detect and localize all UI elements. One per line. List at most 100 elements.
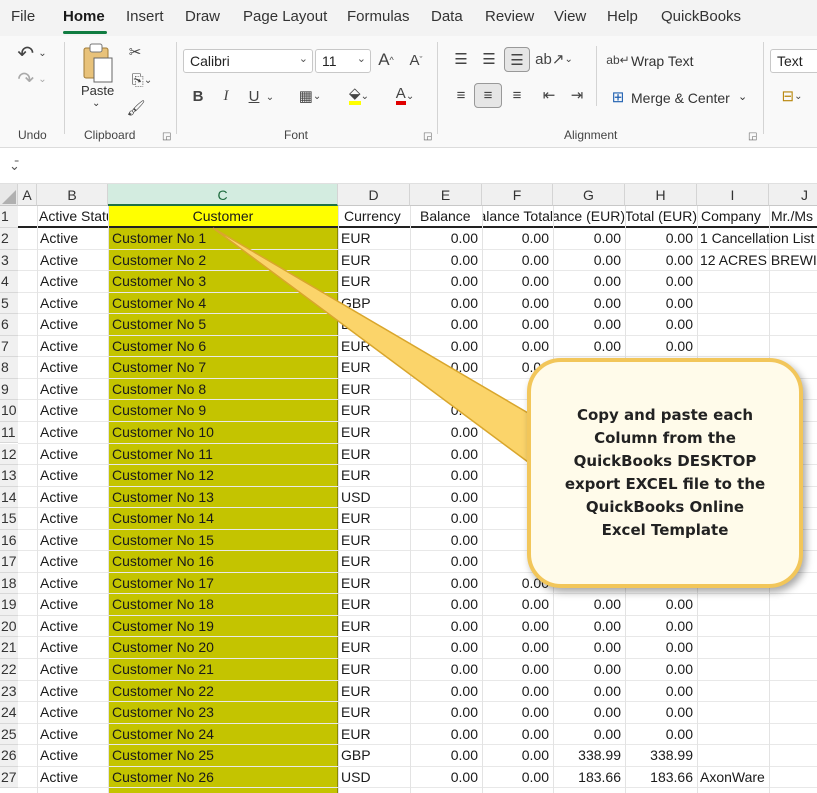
- cell-balance-eur[interactable]: 0.00: [553, 702, 625, 724]
- row-header[interactable]: 14: [0, 486, 18, 509]
- wrap-text-icon[interactable]: ab↵: [606, 50, 629, 70]
- cell-currency[interactable]: EUR: [338, 400, 410, 422]
- cell-active-status[interactable]: Active: [37, 293, 108, 315]
- cell-company[interactable]: [697, 271, 817, 293]
- cell-customer[interactable]: Customer No 4: [108, 293, 338, 315]
- cell-balance[interactable]: 0.00: [410, 487, 482, 509]
- menu-data[interactable]: Data: [431, 8, 463, 25]
- col-header-f[interactable]: F: [482, 184, 553, 206]
- cell-balance-eur[interactable]: 0.00: [553, 724, 625, 746]
- align-bottom-icon[interactable]: ☰: [504, 47, 530, 72]
- cell-active-status[interactable]: Active: [37, 228, 108, 250]
- cell-currency[interactable]: USD: [338, 767, 410, 789]
- cell-customer[interactable]: Customer No 19: [108, 616, 338, 638]
- cell-balance-total[interactable]: 0.00: [482, 271, 553, 293]
- row-header[interactable]: 10: [0, 400, 18, 422]
- cell-balance-eur[interactable]: 0.00: [553, 314, 625, 336]
- cell-currency[interactable]: EUR: [338, 659, 410, 681]
- cell-balance-eur[interactable]: 0.00: [553, 616, 625, 638]
- cell-active-status[interactable]: Active: [37, 357, 108, 379]
- cell-customer[interactable]: Customer No 13: [108, 487, 338, 509]
- header-mr-ms[interactable]: Mr./Ms: [769, 206, 817, 228]
- paste-button[interactable]: Paste: [81, 83, 114, 98]
- cell-active-status[interactable]: Active: [37, 508, 108, 530]
- cell-balance[interactable]: 0.00: [410, 250, 482, 272]
- cell-customer[interactable]: Customer No 2: [108, 250, 338, 272]
- cell-company[interactable]: [697, 594, 817, 616]
- cell-company[interactable]: [697, 336, 817, 358]
- paste-icon[interactable]: [80, 42, 116, 86]
- cell-balance-total-eur[interactable]: 0.00: [625, 228, 697, 250]
- cell-currency[interactable]: EUR: [338, 314, 410, 336]
- col-header-a[interactable]: A: [18, 184, 37, 206]
- font-name-combo[interactable]: Calibri ⌄: [183, 49, 313, 73]
- row-header[interactable]: 8: [0, 357, 18, 379]
- cell-currency[interactable]: EUR: [338, 422, 410, 444]
- cell-currency[interactable]: EUR: [338, 465, 410, 487]
- cell-customer[interactable]: Customer No 17: [108, 573, 338, 595]
- cell-balance-total[interactable]: 0.00: [482, 637, 553, 659]
- cell-customer[interactable]: Customer No 3: [108, 271, 338, 293]
- row-header[interactable]: 18: [0, 572, 18, 595]
- cell-currency[interactable]: EUR: [338, 379, 410, 401]
- cell-balance-eur[interactable]: 0.00: [553, 228, 625, 250]
- increase-font-icon[interactable]: A ^: [376, 50, 396, 70]
- cell-balance-eur[interactable]: 183.66: [553, 767, 625, 789]
- cell-balance-total-eur[interactable]: 0.00: [625, 250, 697, 272]
- cell-customer[interactable]: Customer No 22: [108, 681, 338, 703]
- row-header[interactable]: 5: [0, 292, 18, 315]
- cell-balance[interactable]: 0.00: [410, 637, 482, 659]
- cell-balance[interactable]: 0.00: [410, 422, 482, 444]
- cell-balance[interactable]: 0.00: [410, 314, 482, 336]
- cell-balance[interactable]: 0.00: [410, 228, 482, 250]
- cell-active-status[interactable]: Active: [37, 659, 108, 681]
- cell-company[interactable]: [697, 681, 817, 703]
- underline-dropdown-icon[interactable]: ⌄: [264, 88, 276, 106]
- cell-balance-total[interactable]: 0.00: [482, 767, 553, 789]
- collapse-toggle-icon[interactable]: ⌄̄: [9, 158, 20, 174]
- cell-customer[interactable]: Customer No 25: [108, 745, 338, 767]
- cell-active-status[interactable]: Active: [37, 616, 108, 638]
- cell-customer[interactable]: Customer No 24: [108, 724, 338, 746]
- cell-balance[interactable]: 0.00: [410, 551, 482, 573]
- cell-balance[interactable]: 0.00: [410, 508, 482, 530]
- cell-customer[interactable]: Customer No 5: [108, 314, 338, 336]
- cell-balance-total-eur[interactable]: 0.00: [625, 724, 697, 746]
- cell-balance[interactable]: 0.00: [410, 530, 482, 552]
- cell-currency[interactable]: EUR: [338, 551, 410, 573]
- cell-balance[interactable]: 0.00: [410, 767, 482, 789]
- cell-balance[interactable]: 0.00: [410, 293, 482, 315]
- redo-button[interactable]: ↷ ⌄: [12, 68, 52, 91]
- row-header[interactable]: 4: [0, 271, 18, 293]
- cell-company[interactable]: [697, 616, 817, 638]
- orientation-icon[interactable]: ab↗ ⌄: [535, 48, 573, 70]
- row-header[interactable]: 16: [0, 529, 18, 552]
- cell-active-status[interactable]: Active: [37, 767, 108, 789]
- row-header[interactable]: 19: [0, 594, 18, 616]
- row-header[interactable]: 7: [0, 335, 18, 358]
- cell-balance-total[interactable]: 0.00: [482, 228, 553, 250]
- italic-button[interactable]: I: [218, 86, 234, 106]
- merge-center-button[interactable]: Merge & Center: [631, 90, 730, 106]
- cell-active-status[interactable]: Active: [37, 379, 108, 401]
- header-balance[interactable]: Balance: [410, 206, 482, 228]
- merge-center-icon[interactable]: ⊞: [608, 87, 628, 107]
- decrease-font-icon[interactable]: Aˇ: [406, 50, 426, 70]
- cell-balance-total-eur[interactable]: 0.00: [625, 616, 697, 638]
- cell-customer[interactable]: Customer No 15: [108, 530, 338, 552]
- header-balance-total-eur[interactable]: Balance Total (EUR): [625, 206, 697, 228]
- cell-balance-total-eur[interactable]: 0.00: [625, 681, 697, 703]
- cell-currency[interactable]: EUR: [338, 357, 410, 379]
- cell-balance-total[interactable]: 0.00: [482, 250, 553, 272]
- cell-company[interactable]: [697, 314, 817, 336]
- align-right-icon[interactable]: ≡: [506, 84, 528, 106]
- col-header-i[interactable]: I: [697, 184, 769, 206]
- row-header[interactable]: 6: [0, 314, 18, 336]
- cell-customer[interactable]: Customer No 9: [108, 400, 338, 422]
- cell-active-status[interactable]: Active: [37, 465, 108, 487]
- cell-active-status[interactable]: Active: [37, 702, 108, 724]
- cell-balance-total-eur[interactable]: 0.00: [625, 594, 697, 616]
- menu-file[interactable]: File: [11, 8, 35, 25]
- select-all-corner[interactable]: [0, 184, 18, 206]
- font-size-combo[interactable]: 11 ⌄: [315, 49, 371, 73]
